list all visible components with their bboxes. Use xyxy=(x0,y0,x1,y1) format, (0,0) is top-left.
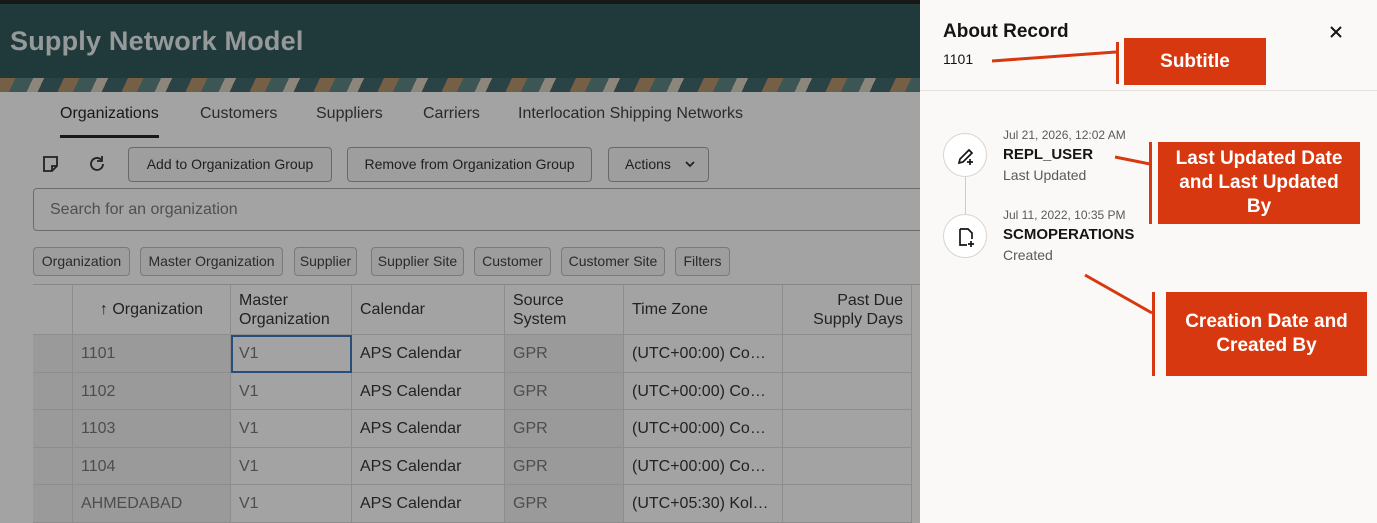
row-selector[interactable] xyxy=(33,485,73,523)
cell-time-zone[interactable]: (UTC+00:00) Coo… xyxy=(624,372,783,410)
cell-master-organization[interactable]: V1 xyxy=(231,335,352,373)
created-by: SCMOPERATIONS xyxy=(1003,226,1135,243)
actions-menu-button[interactable]: Actions xyxy=(608,147,709,182)
cell-calendar[interactable]: APS Calendar xyxy=(352,335,505,373)
cell-organization[interactable]: 1101 xyxy=(73,335,231,373)
last-updated-by: REPL_USER xyxy=(1003,146,1094,163)
cell-time-zone[interactable]: (UTC+00:00) Coo… xyxy=(624,410,783,448)
filter-chips: Organization Master Organization Supplie… xyxy=(33,247,920,277)
edit-pencil-icon xyxy=(943,133,987,177)
close-icon[interactable] xyxy=(1324,20,1348,44)
cell-calendar[interactable]: APS Calendar xyxy=(352,485,505,523)
filter-chip-filters[interactable]: Filters xyxy=(675,247,730,276)
cell-past-due-supply-days[interactable] xyxy=(783,485,912,523)
cell-past-due-supply-days[interactable] xyxy=(783,447,912,485)
filter-chip-supplier[interactable]: Supplier xyxy=(294,247,357,276)
tab-carriers[interactable]: Carriers xyxy=(423,92,480,138)
row-selector[interactable] xyxy=(33,447,73,485)
creation-callout-bar xyxy=(1152,292,1155,376)
filter-chip-supplier-site[interactable]: Supplier Site xyxy=(371,247,464,276)
chevron-down-icon xyxy=(684,148,696,193)
column-header-organization[interactable]: ↑ Organization xyxy=(73,285,231,335)
cell-time-zone[interactable]: (UTC+00:00) Coo… xyxy=(624,447,783,485)
cell-time-zone[interactable]: (UTC+05:30) Kol… xyxy=(624,485,783,523)
drawer-subtitle: 1101 xyxy=(943,51,974,67)
cell-past-due-supply-days[interactable] xyxy=(783,335,912,373)
search-placeholder: Search for an organization xyxy=(50,201,238,218)
cell-source-system[interactable]: GPR xyxy=(505,447,624,485)
cell-master-organization[interactable]: V1 xyxy=(231,372,352,410)
remove-from-organization-group-button[interactable]: Remove from Organization Group xyxy=(347,147,592,182)
drawer-title: About Record xyxy=(943,21,1069,42)
tab-bar: Organizations Customers Suppliers Carrie… xyxy=(0,92,920,138)
row-selector[interactable] xyxy=(33,335,73,373)
subtitle-callout: Subtitle xyxy=(1124,38,1266,85)
page-title: Supply Network Model xyxy=(10,26,304,56)
creation-callout: Creation Date and Created By xyxy=(1166,292,1367,376)
row-selector[interactable] xyxy=(33,372,73,410)
row-selector[interactable] xyxy=(33,410,73,448)
cell-master-organization[interactable]: V1 xyxy=(231,485,352,523)
cell-calendar[interactable]: APS Calendar xyxy=(352,372,505,410)
column-header-calendar[interactable]: Calendar xyxy=(352,285,505,335)
tab-customers[interactable]: Customers xyxy=(200,92,277,138)
supply-network-model-page: Supply Network Model Organizations Custo… xyxy=(0,0,920,523)
add-to-organization-group-button[interactable]: Add to Organization Group xyxy=(128,147,332,182)
column-header-past-due-supply-days[interactable]: Past Due Supply Days xyxy=(783,285,912,335)
tab-interlocation-shipping-networks[interactable]: Interlocation Shipping Networks xyxy=(518,92,743,138)
column-header-time-zone[interactable]: Time Zone xyxy=(624,285,783,335)
drawer-divider xyxy=(920,90,1377,91)
cell-past-due-supply-days[interactable] xyxy=(783,410,912,448)
cell-source-system[interactable]: GPR xyxy=(505,485,624,523)
filter-chip-organization[interactable]: Organization xyxy=(33,247,130,276)
cell-organization[interactable]: 1102 xyxy=(73,372,231,410)
cell-past-due-supply-days[interactable] xyxy=(783,372,912,410)
last-updated-date: Jul 21, 2026, 12:02 AM xyxy=(1003,128,1126,142)
cell-organization[interactable]: 1104 xyxy=(73,447,231,485)
cell-time-zone[interactable]: (UTC+00:00) Coo… xyxy=(624,335,783,373)
cell-calendar[interactable]: APS Calendar xyxy=(352,447,505,485)
new-document-icon xyxy=(943,214,987,258)
organization-search-input[interactable]: Search for an organization xyxy=(33,188,920,231)
cell-source-system[interactable]: GPR xyxy=(505,372,624,410)
organizations-table: ↑ Organization Master Organization Calen… xyxy=(33,284,920,523)
tab-organizations[interactable]: Organizations xyxy=(60,92,159,138)
page-header: Supply Network Model xyxy=(0,4,920,78)
creation-date: Jul 11, 2022, 10:35 PM xyxy=(1003,208,1126,222)
refresh-icon[interactable] xyxy=(87,154,107,174)
filter-chip-master-organization[interactable]: Master Organization xyxy=(140,247,283,276)
filter-chip-customer[interactable]: Customer xyxy=(474,247,551,276)
sticky-note-icon[interactable] xyxy=(41,154,61,174)
cell-source-system[interactable]: GPR xyxy=(505,410,624,448)
filter-chip-customer-site[interactable]: Customer Site xyxy=(561,247,665,276)
created-label: Created xyxy=(1003,247,1053,263)
toolbar: Add to Organization Group Remove from Or… xyxy=(0,146,920,182)
column-header-master-organization[interactable]: Master Organization xyxy=(231,285,352,335)
last-updated-callout: Last Updated Date and Last Updated By xyxy=(1158,142,1360,224)
tab-suppliers[interactable]: Suppliers xyxy=(316,92,383,138)
cell-source-system[interactable]: GPR xyxy=(505,335,624,373)
timeline-connector xyxy=(965,176,966,214)
last-updated-label: Last Updated xyxy=(1003,167,1087,183)
decorative-banner-pattern xyxy=(0,78,920,92)
cell-master-organization[interactable]: V1 xyxy=(231,410,352,448)
last-updated-callout-bar xyxy=(1149,142,1152,224)
column-header-source-system[interactable]: Source System xyxy=(505,285,624,335)
cell-master-organization[interactable]: V1 xyxy=(231,447,352,485)
subtitle-callout-bar xyxy=(1116,42,1119,84)
cell-calendar[interactable]: APS Calendar xyxy=(352,410,505,448)
cell-organization[interactable]: 1103 xyxy=(73,410,231,448)
row-select-header xyxy=(33,285,73,335)
cell-organization[interactable]: AHMEDABAD xyxy=(73,485,231,523)
actions-label: Actions xyxy=(625,156,671,172)
